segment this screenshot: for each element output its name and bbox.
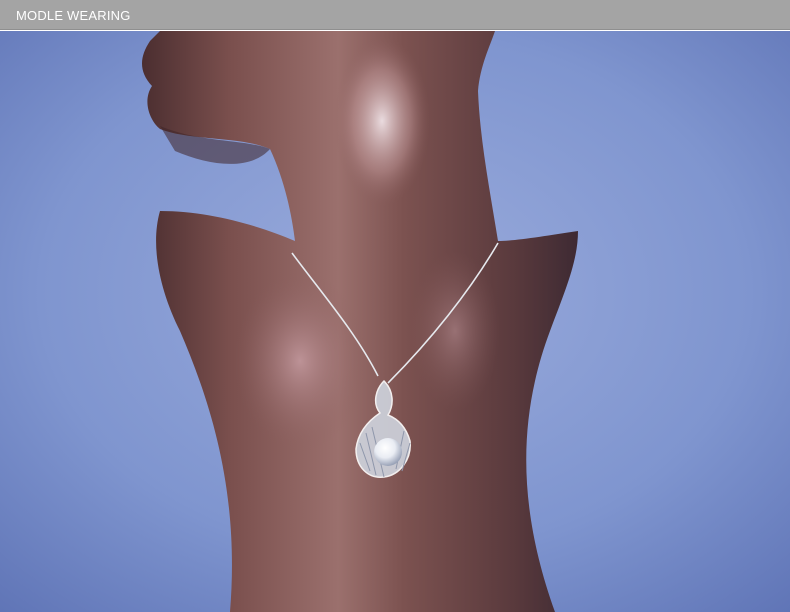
section-header-bar: MODLE WEARING [0,0,790,30]
section-title: MODLE WEARING [16,8,131,23]
neck-highlight [334,36,430,206]
chest-highlight-right [410,251,500,411]
chest-highlight-left [235,271,365,451]
product-detail-section: MODLE WEARING [0,0,790,612]
pearl [374,438,402,466]
model-wearing-photo [0,31,790,612]
